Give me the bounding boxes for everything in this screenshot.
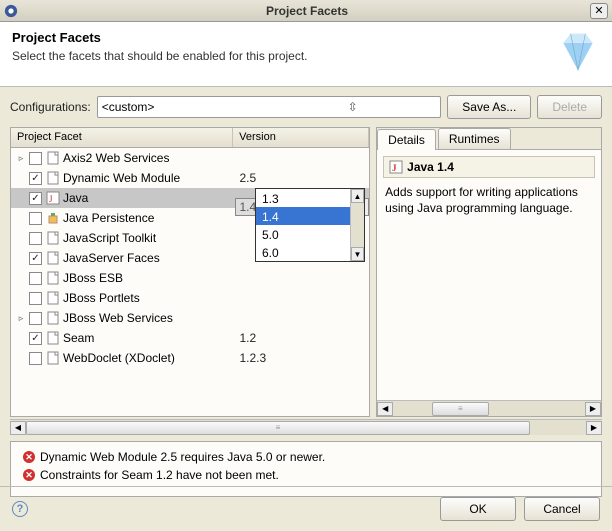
doc-icon [46, 291, 60, 305]
facet-label: Java Persistence [63, 211, 154, 225]
dropdown-option[interactable]: 1.3 [256, 189, 364, 207]
facet-checkbox[interactable] [29, 272, 42, 285]
close-button[interactable]: ✕ [590, 3, 608, 19]
configurations-value: <custom> [102, 100, 269, 114]
facet-checkbox[interactable]: ✓ [29, 172, 42, 185]
detail-title-text: Java 1.4 [407, 160, 454, 174]
facet-version: 1.2.3 [235, 351, 369, 365]
scroll-left-button[interactable]: ◀ [10, 421, 26, 435]
configurations-label: Configurations: [10, 100, 91, 114]
version-dropdown[interactable]: 1.31.45.06.0 ▲ ▼ [255, 188, 365, 262]
facet-checkbox[interactable]: ✓ [29, 252, 42, 265]
facet-label: Java [63, 191, 88, 205]
dropdown-option[interactable]: 6.0 [256, 243, 364, 261]
scroll-right-button[interactable]: ▶ [586, 421, 602, 435]
facet-label: Dynamic Web Module [63, 171, 180, 185]
banner: Project Facets Select the facets that sh… [0, 22, 612, 87]
facet-row[interactable]: ✓ Dynamic Web Module 2.5 [11, 168, 369, 188]
facets-header: Project Facet Version [11, 128, 369, 148]
configurations-row: Configurations: <custom> ⇳ Save As... De… [0, 87, 612, 127]
facet-checkbox[interactable] [29, 292, 42, 305]
doc-icon [46, 351, 60, 365]
ok-button[interactable]: OK [440, 497, 516, 521]
facet-version: 1.2 [235, 331, 369, 345]
doc-icon [46, 151, 60, 165]
facet-checkbox[interactable] [29, 312, 42, 325]
error-text: Constraints for Seam 1.2 have not been m… [40, 468, 279, 482]
detail-title-bar: J Java 1.4 [383, 156, 595, 178]
facet-label: JBoss Portlets [63, 291, 140, 305]
doc-icon [46, 251, 60, 265]
facet-row[interactable]: JBoss Portlets [11, 288, 369, 308]
facet-row[interactable]: ✓ Seam 1.2 [11, 328, 369, 348]
page-subtitle: Select the facets that should be enabled… [12, 49, 548, 63]
doc-icon [46, 331, 60, 345]
column-project-facet[interactable]: Project Facet [11, 128, 233, 147]
error-text: Dynamic Web Module 2.5 requires Java 5.0… [40, 450, 325, 464]
facet-label: JavaScript Toolkit [63, 231, 156, 245]
facet-checkbox[interactable] [29, 152, 42, 165]
doc-icon [46, 231, 60, 245]
facet-label: JavaServer Faces [63, 251, 160, 265]
facet-row[interactable]: ▹ JBoss Web Services [11, 308, 369, 328]
facet-checkbox[interactable]: ✓ [29, 192, 42, 205]
facet-label: WebDoclet (XDoclet) [63, 351, 175, 365]
facet-checkbox[interactable] [29, 352, 42, 365]
dropdown-option[interactable]: 1.4 [256, 207, 364, 225]
facet-row[interactable]: ▹ Axis2 Web Services [11, 148, 369, 168]
column-version[interactable]: Version [233, 128, 369, 147]
page-title: Project Facets [12, 30, 548, 45]
doc-icon [46, 311, 60, 325]
expand-toggle[interactable]: ▹ [15, 313, 27, 324]
error-icon: ✕ [23, 451, 35, 463]
scroll-right-button[interactable]: ▶ [585, 402, 601, 416]
tab-runtimes[interactable]: Runtimes [438, 128, 511, 149]
dropdown-scrollbar[interactable]: ▲ ▼ [350, 189, 364, 261]
error-item: ✕ Constraints for Seam 1.2 have not been… [23, 468, 589, 482]
facets-list[interactable]: ▹ Axis2 Web Services ✓ Dynamic Web Module 2… [11, 148, 369, 416]
facet-checkbox[interactable] [29, 232, 42, 245]
facet-checkbox[interactable]: ✓ [29, 332, 42, 345]
doc-icon [46, 171, 60, 185]
facet-row[interactable]: JBoss ESB [11, 268, 369, 288]
detail-description: Adds support for writing applications us… [383, 182, 595, 218]
scroll-left-button[interactable]: ◀ [377, 402, 393, 416]
app-icon [4, 4, 18, 18]
details-panel: Details Runtimes J Java 1.4 Adds support… [376, 127, 602, 417]
facet-label: JBoss Web Services [63, 311, 173, 325]
expand-toggle[interactable]: ▹ [15, 153, 27, 164]
delete-button: Delete [537, 95, 602, 119]
error-item: ✕ Dynamic Web Module 2.5 requires Java 5… [23, 450, 589, 464]
facet-version: 2.5 [235, 171, 369, 185]
tab-details[interactable]: Details [377, 129, 436, 150]
save-as-button[interactable]: Save As... [447, 95, 531, 119]
dialog-footer: ? OK Cancel [0, 486, 612, 531]
facet-checkbox[interactable] [29, 212, 42, 225]
dropdown-option[interactable]: 5.0 [256, 225, 364, 243]
error-icon: ✕ [23, 469, 35, 481]
svg-text:J: J [49, 194, 53, 204]
configurations-combo[interactable]: <custom> ⇳ [97, 96, 442, 118]
facet-label: JBoss ESB [63, 271, 123, 285]
diamond-icon [556, 30, 600, 74]
chevron-updown-icon: ⇳ [269, 100, 436, 114]
facet-label: Axis2 Web Services [63, 151, 169, 165]
details-tabs: Details Runtimes [377, 128, 601, 150]
java-icon: J [46, 191, 60, 205]
cancel-button[interactable]: Cancel [524, 497, 600, 521]
facets-hscroll[interactable]: ◀ ≡ ▶ [10, 419, 602, 435]
scroll-up-button[interactable]: ▲ [351, 189, 364, 203]
scroll-down-button[interactable]: ▼ [351, 247, 364, 261]
java-file-icon: J [389, 160, 403, 174]
svg-text:J: J [392, 163, 397, 173]
facet-row[interactable]: WebDoclet (XDoclet) 1.2.3 [11, 348, 369, 368]
window-title: Project Facets [24, 4, 590, 18]
db-icon [46, 211, 60, 225]
doc-icon [46, 271, 60, 285]
help-button[interactable]: ? [12, 501, 28, 517]
facets-panel: Project Facet Version ▹ Axis2 Web Service… [10, 127, 370, 417]
details-hscroll[interactable]: ◀ ≡ ▶ [377, 400, 601, 416]
facet-label: Seam [63, 331, 94, 345]
title-bar: Project Facets ✕ [0, 0, 612, 22]
